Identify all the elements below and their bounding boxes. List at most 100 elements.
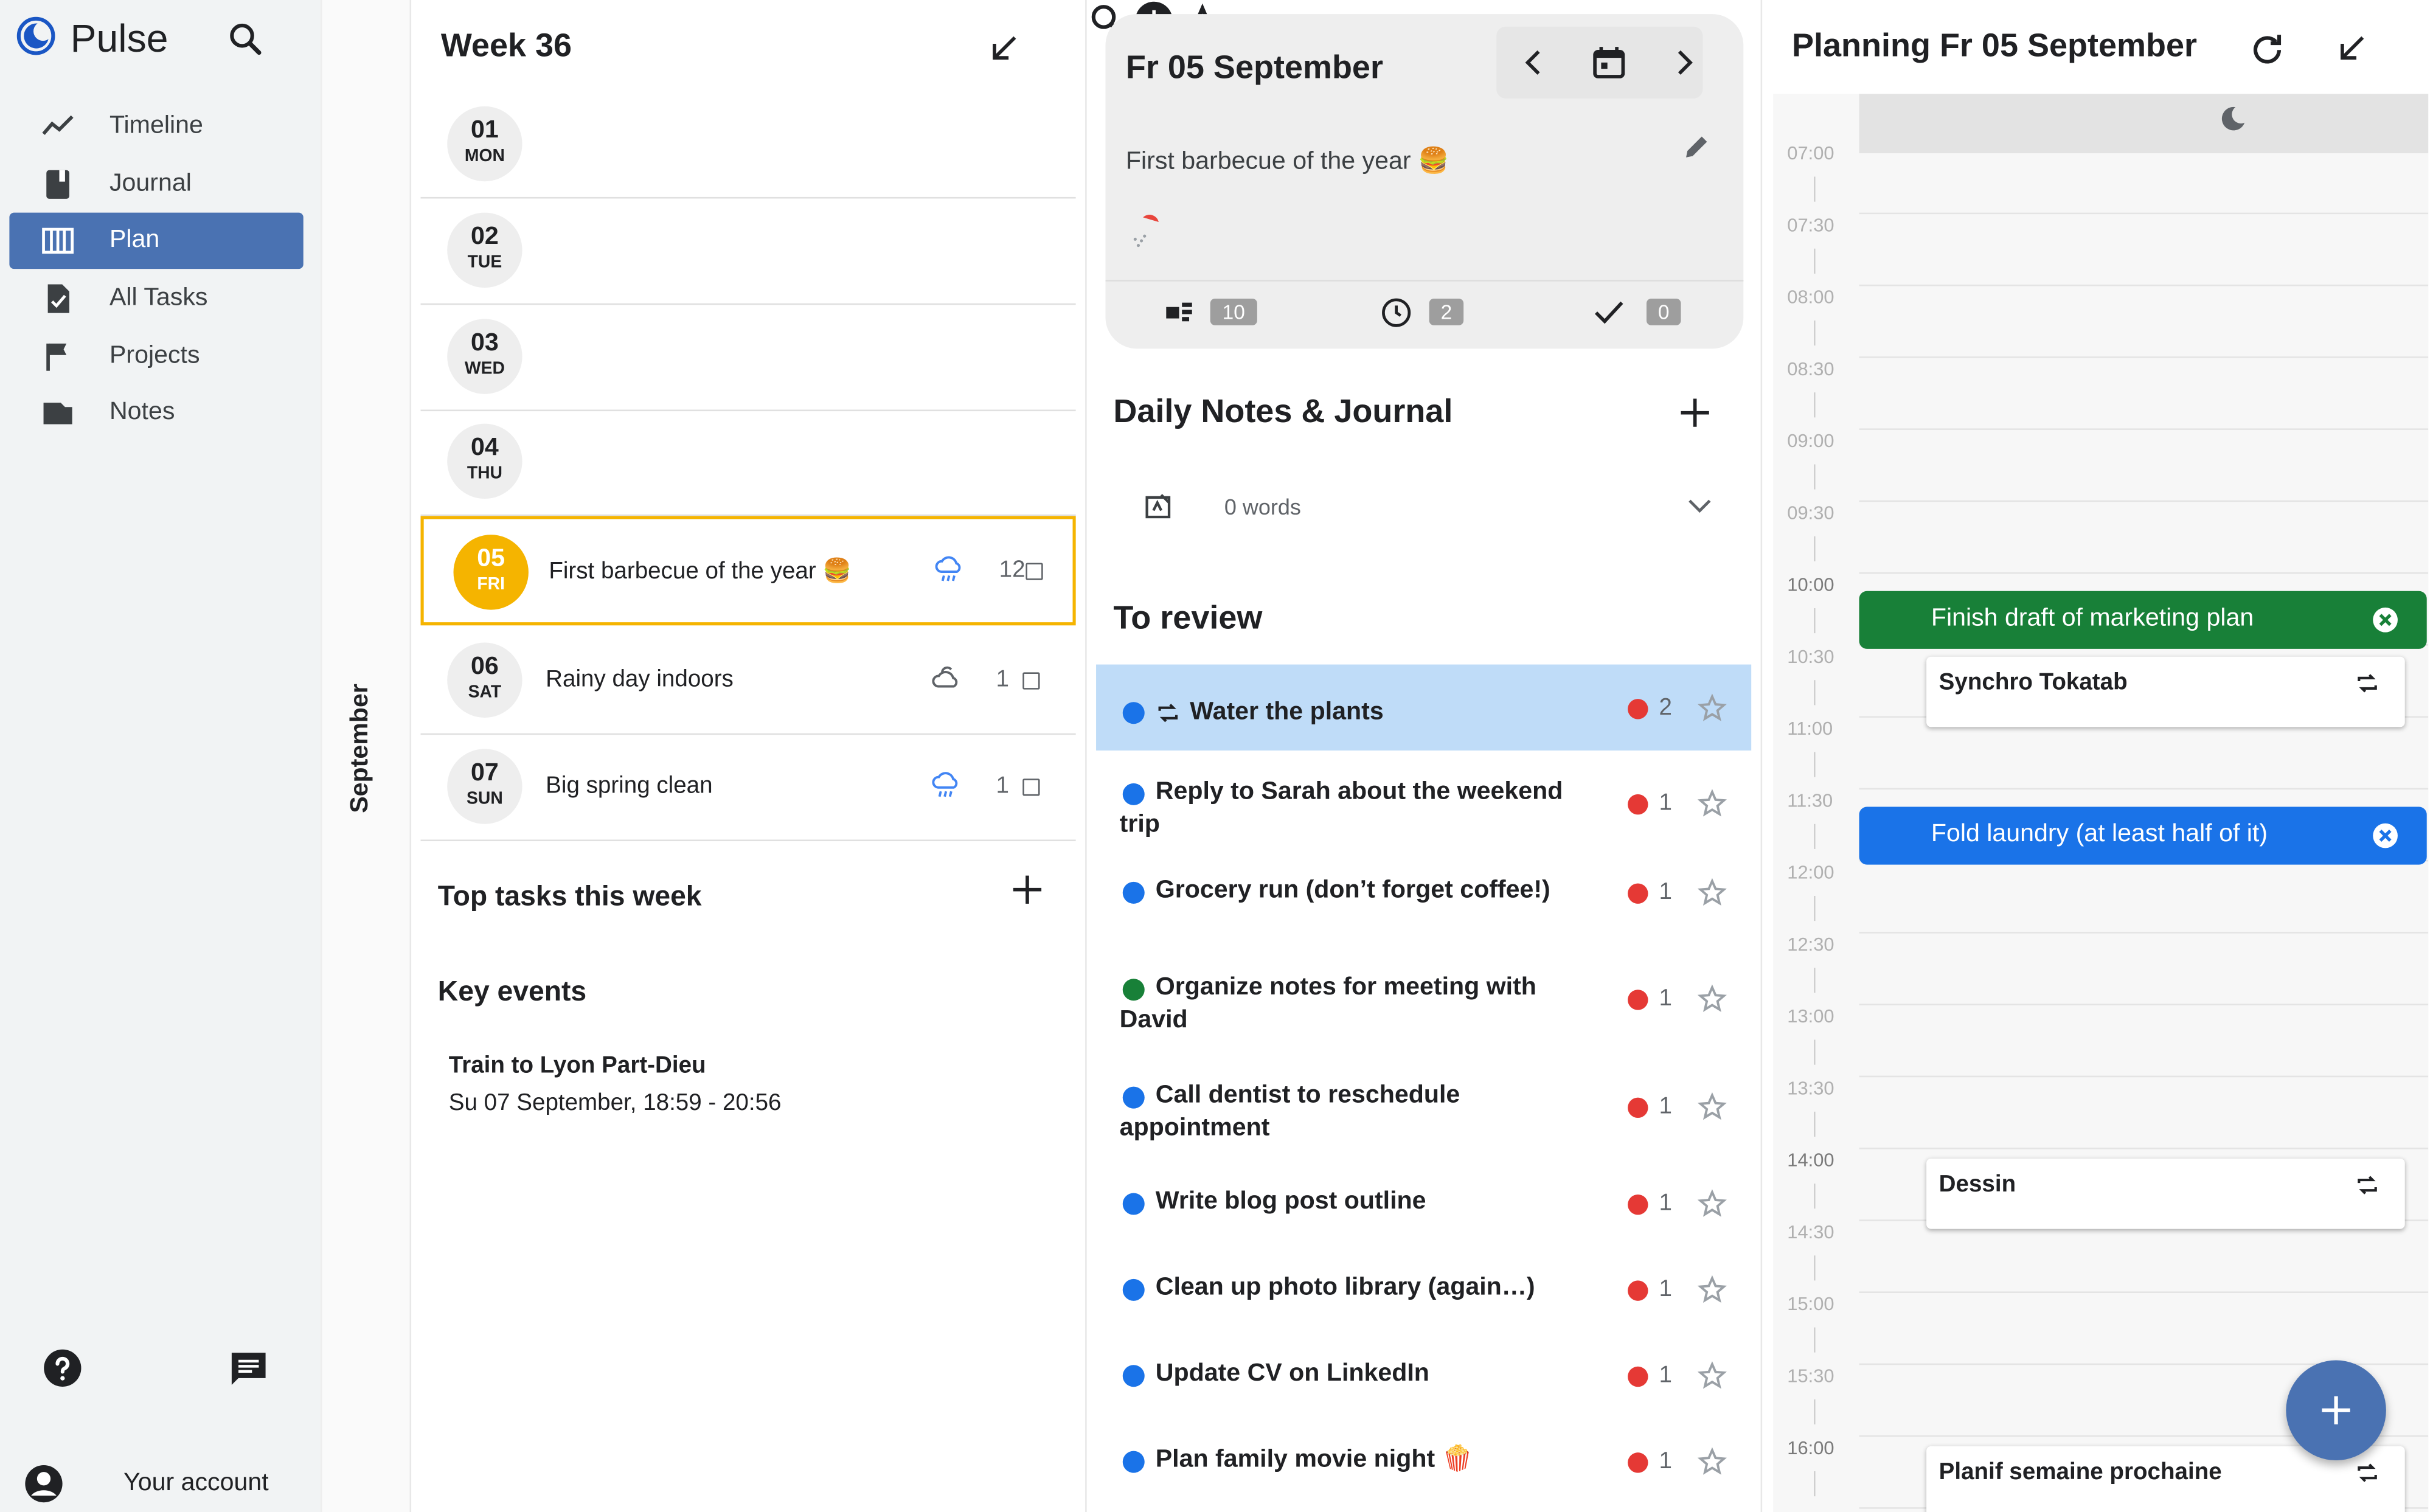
day-navigation — [1496, 26, 1703, 99]
time-tick — [1814, 536, 1816, 561]
chevron-left-icon[interactable] — [1515, 44, 1553, 81]
grid-line — [1859, 1147, 2429, 1150]
review-count: 1 — [1659, 1275, 1672, 1303]
grid-line — [1859, 428, 2429, 430]
refresh-icon[interactable] — [2247, 30, 2288, 71]
journal-icon — [41, 167, 75, 202]
grid-line — [1859, 572, 2429, 574]
time-label: 07:30 — [1787, 214, 1834, 237]
day-number: 07 — [471, 760, 499, 787]
day-row-mon[interactable]: 01 MON — [420, 92, 1076, 199]
star-icon[interactable] — [1696, 1188, 1727, 1219]
night-band — [1859, 94, 2429, 153]
to-review-title: To review — [1113, 600, 1263, 637]
review-item[interactable]: Clean up photo library (again…) 1 — [1096, 1255, 1751, 1337]
day-badge: 04 THU — [447, 423, 522, 499]
review-item[interactable]: Organize notes for meeting with David 1 — [1096, 955, 1751, 1059]
review-item-text: Water the plants — [1190, 699, 1384, 726]
event-title: Dessin — [1938, 1171, 2016, 1198]
review-item-text: Call dentist to reschedule appointment — [1119, 1081, 1460, 1142]
day-row-sun[interactable]: 07 SUN Big spring clean 1 — [420, 735, 1076, 842]
collapse-icon[interactable] — [985, 30, 1023, 68]
moon-icon — [2217, 103, 2248, 134]
grid-line — [1859, 284, 2429, 286]
time-label: 11:00 — [1787, 717, 1833, 740]
day-of-week: MON — [464, 147, 505, 166]
add-top-task-icon[interactable] — [1008, 871, 1046, 909]
chevron-right-icon[interactable] — [1665, 44, 1703, 81]
priority-dot — [1628, 1195, 1648, 1215]
star-icon[interactable] — [1696, 1446, 1727, 1477]
star-icon[interactable] — [1696, 1361, 1727, 1392]
review-item[interactable]: Water the plants 2 — [1096, 664, 1752, 751]
search-icon[interactable] — [225, 19, 266, 60]
collapse-icon[interactable] — [2333, 30, 2370, 68]
key-event-title[interactable]: Train to Lyon Part-Dieu — [449, 1052, 706, 1079]
day-row-tue[interactable]: 02 TUE — [420, 198, 1076, 305]
time-block[interactable]: Finish draft of marketing plan — [1859, 591, 2427, 649]
help-icon[interactable] — [42, 1348, 83, 1389]
star-icon[interactable] — [1696, 983, 1727, 1014]
review-item[interactable]: Update CV on LinkedIn 1 — [1096, 1342, 1751, 1423]
day-number: 01 — [471, 117, 499, 144]
day-badge: 02 TUE — [447, 212, 522, 288]
star-icon[interactable] — [1696, 1274, 1727, 1305]
close-icon[interactable] — [2370, 821, 2400, 851]
calendar-event[interactable]: Dessin — [1926, 1158, 2405, 1229]
review-count: 1 — [1659, 1190, 1672, 1217]
time-tick — [1814, 1255, 1816, 1281]
review-item[interactable]: Call dentist to reschedule appointment 1 — [1096, 1063, 1751, 1167]
time-label: 09:00 — [1787, 429, 1834, 452]
sidebar-item-projects[interactable]: Projects — [9, 328, 303, 385]
star-icon[interactable] — [1696, 877, 1727, 908]
grid-line — [1859, 1075, 2429, 1078]
sidebar-item-label: Timeline — [109, 113, 203, 139]
sidebar-item-label: Journal — [109, 170, 192, 197]
grid-line — [1859, 788, 2429, 790]
month-strip: September — [320, 0, 410, 1512]
planning-timeline[interactable]: 07:00 07:30 08:00 08:30 09:00 09:30 10:00 10:30… — [1773, 94, 2429, 1512]
sidebar-item-all-tasks[interactable]: All Tasks — [9, 271, 303, 327]
calendar-icon[interactable] — [1590, 44, 1628, 81]
review-item[interactable]: Plan family movie night 🍿 1 — [1096, 1427, 1751, 1509]
day-row-wed[interactable]: 03 WED — [420, 305, 1076, 412]
sidebar-item-notes[interactable]: Notes — [9, 384, 303, 441]
review-item[interactable]: Grocery run (don’t forget coffee!) 1 — [1096, 858, 1751, 940]
review-item-text: Plan family movie night 🍿 — [1155, 1446, 1473, 1473]
account-icon[interactable] — [24, 1463, 64, 1504]
time-block[interactable]: Fold laundry (at least half of it) — [1859, 806, 2427, 865]
divider — [1105, 280, 1744, 282]
day-header-card: Fr 05 September First barbecue of the ye… — [1105, 14, 1744, 349]
day-row-thu[interactable]: 04 THU — [420, 410, 1076, 516]
day-row-fri[interactable]: 05 FRI First barbecue of the year 🍔 12 — [420, 516, 1076, 626]
add-note-icon[interactable] — [1676, 394, 1714, 432]
sidebar-item-journal[interactable]: Journal — [9, 156, 303, 213]
feedback-icon[interactable] — [228, 1350, 269, 1390]
sidebar-item-timeline[interactable]: Timeline — [9, 99, 303, 155]
event-title: Synchro Tokatab — [1938, 669, 2128, 696]
star-icon[interactable] — [1696, 788, 1727, 819]
review-item[interactable]: Write blog post outline 1 — [1096, 1170, 1751, 1251]
review-count: 1 — [1659, 1092, 1672, 1120]
review-count: 1 — [1659, 985, 1672, 1012]
grid-line — [1859, 212, 2429, 215]
star-icon[interactable] — [1696, 693, 1727, 724]
close-icon[interactable] — [2370, 605, 2400, 635]
clock-icon — [1379, 296, 1414, 330]
star-icon[interactable] — [1696, 1091, 1727, 1122]
review-item[interactable]: Reply to Sarah about the weekend trip 1 — [1096, 760, 1751, 853]
time-tick — [1814, 608, 1816, 634]
chevron-down-icon[interactable] — [1682, 488, 1717, 522]
review-count: 1 — [1659, 878, 1672, 906]
repeat-icon — [2355, 671, 2379, 696]
time-label: 13:00 — [1787, 1005, 1834, 1027]
edit-icon[interactable] — [1681, 131, 1712, 162]
account-label[interactable]: Your account — [123, 1469, 269, 1497]
calendar-event[interactable]: Synchro Tokatab — [1926, 656, 2405, 727]
time-label: 13:30 — [1787, 1077, 1834, 1100]
review-count: 1 — [1659, 789, 1672, 816]
sidebar-item-plan[interactable]: Plan — [9, 212, 304, 269]
day-row-sat[interactable]: 06 SAT Rainy day indoors 1 — [420, 628, 1076, 735]
day-number: 03 — [471, 330, 499, 357]
add-fab-button[interactable] — [2286, 1360, 2386, 1461]
